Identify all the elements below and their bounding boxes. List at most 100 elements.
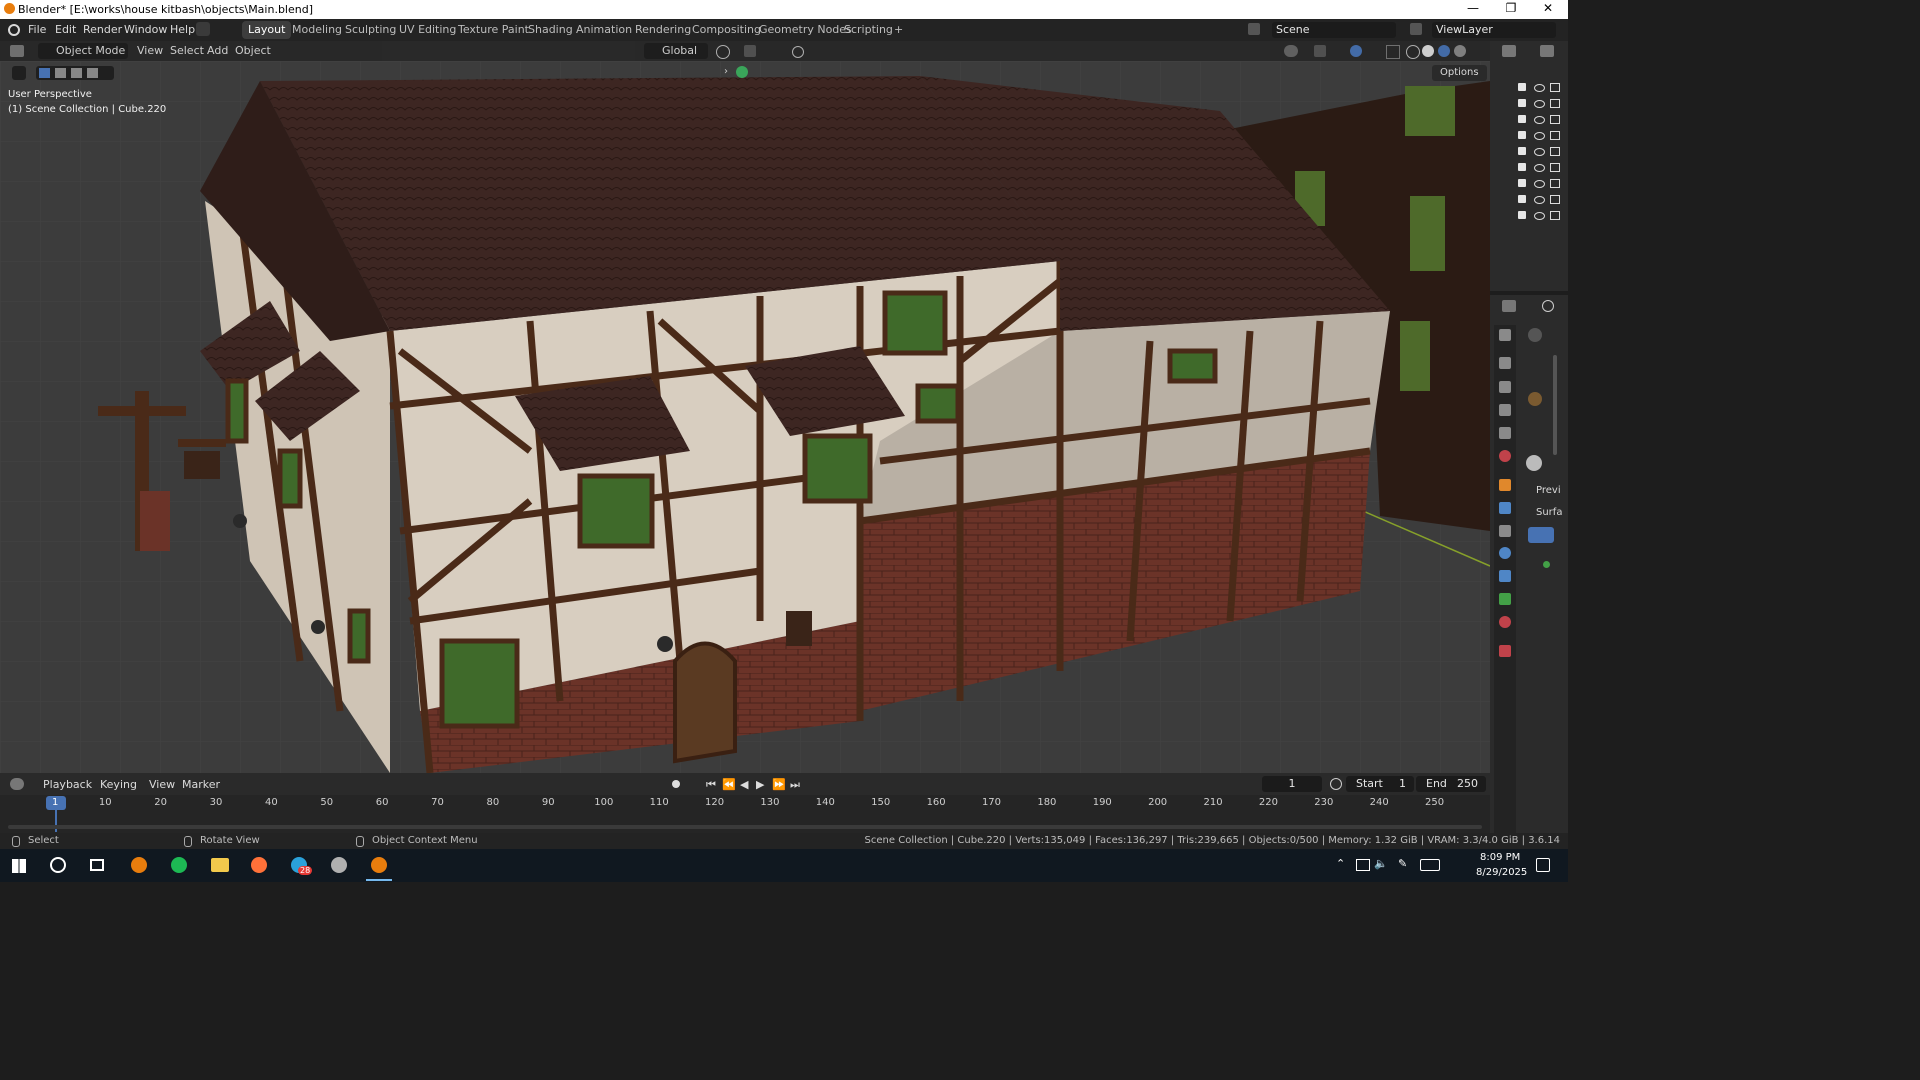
- menu-add[interactable]: Add: [207, 43, 228, 59]
- whatsapp-icon[interactable]: [331, 857, 347, 873]
- start-frame-field[interactable]: Start 1: [1346, 776, 1414, 792]
- editor-type-icon[interactable]: [10, 45, 24, 57]
- blender-active-icon[interactable]: [371, 857, 387, 873]
- transform-orientation-select[interactable]: Global: [644, 43, 708, 59]
- jump-end-icon[interactable]: ⏭: [790, 778, 800, 792]
- maximize-button[interactable]: ❐: [1496, 1, 1526, 17]
- menu-timeline-view[interactable]: View: [149, 777, 175, 793]
- 3d-viewport[interactable]: User Perspective (1) Scene Collection | …: [0, 61, 1490, 773]
- camera-icon[interactable]: [1550, 83, 1560, 92]
- material-shading-icon[interactable]: [1438, 45, 1450, 57]
- surface-socket-icon[interactable]: [1543, 561, 1550, 568]
- eye-icon[interactable]: [1534, 164, 1545, 172]
- outliner-row[interactable]: [1515, 194, 1565, 206]
- snap-icon[interactable]: [744, 45, 756, 57]
- gizmo-icon[interactable]: [1314, 45, 1326, 57]
- overlay-icon[interactable]: [1350, 45, 1362, 57]
- checkbox-icon[interactable]: [1518, 195, 1526, 203]
- tool-tab-icon[interactable]: [1499, 329, 1511, 341]
- select-new-icon[interactable]: [39, 68, 50, 78]
- tab-animation[interactable]: Animation: [570, 21, 638, 39]
- clock-date[interactable]: 8/29/2025: [1476, 867, 1527, 878]
- outliner-row[interactable]: [1515, 130, 1565, 142]
- clock-time[interactable]: 8:09 PM: [1480, 852, 1520, 863]
- proportional-edit-icon[interactable]: [792, 46, 804, 58]
- timeline-scrollbar[interactable]: [8, 825, 1482, 829]
- modifier-tab-icon[interactable]: [1499, 502, 1511, 514]
- scene-tab-icon[interactable]: [1499, 427, 1511, 439]
- prev-keyframe-icon[interactable]: ⏪: [722, 778, 736, 791]
- jump-start-icon[interactable]: ⏮: [706, 778, 716, 792]
- menu-marker[interactable]: Marker: [182, 777, 220, 793]
- outliner-row[interactable]: [1515, 178, 1565, 190]
- view-layer-tab-icon[interactable]: [1499, 404, 1511, 416]
- minimize-button[interactable]: —: [1458, 1, 1488, 17]
- camera-icon[interactable]: [1550, 163, 1560, 172]
- visibility-icon[interactable]: [1284, 45, 1298, 57]
- wireframe-shading-icon[interactable]: [1406, 45, 1420, 59]
- outliner-editor-icon[interactable]: [1502, 45, 1516, 57]
- world-tab-icon[interactable]: [1499, 450, 1511, 462]
- output-tab-icon[interactable]: [1499, 381, 1511, 393]
- play-icon[interactable]: ▶: [756, 778, 764, 791]
- checkbox-icon[interactable]: [1518, 83, 1526, 91]
- windows-start-icon[interactable]: [12, 859, 26, 873]
- checkbox-icon[interactable]: [1518, 179, 1526, 187]
- viewlayer-icon[interactable]: [1410, 23, 1422, 35]
- checkbox-icon[interactable]: [1518, 211, 1526, 219]
- file-explorer-icon[interactable]: [211, 858, 229, 872]
- menu-window[interactable]: Window: [124, 23, 167, 36]
- camera-icon[interactable]: [1550, 211, 1560, 220]
- eye-icon[interactable]: [1534, 180, 1545, 188]
- chevron-up-icon[interactable]: ⌃: [1336, 857, 1345, 870]
- workspace-link-icon[interactable]: [196, 22, 210, 36]
- keyboard-icon[interactable]: [1420, 859, 1440, 871]
- menu-file[interactable]: File: [28, 23, 46, 36]
- menu-view[interactable]: View: [137, 43, 163, 59]
- checkbox-icon[interactable]: [1518, 115, 1526, 123]
- timeline-editor-icon[interactable]: [10, 778, 24, 790]
- end-frame-field[interactable]: End 250: [1416, 776, 1486, 792]
- next-keyframe-icon[interactable]: ⏩: [772, 778, 786, 791]
- play-reverse-icon[interactable]: ◀: [740, 778, 748, 791]
- camera-icon[interactable]: [1550, 99, 1560, 108]
- eye-icon[interactable]: [1534, 84, 1545, 92]
- eye-icon[interactable]: [1534, 196, 1545, 204]
- select-invert-icon[interactable]: [87, 68, 98, 78]
- spotify-icon[interactable]: [171, 857, 187, 873]
- outliner-row[interactable]: [1515, 114, 1565, 126]
- preview-panel-header[interactable]: Previ: [1536, 485, 1561, 496]
- surface-panel-header[interactable]: Surfa: [1536, 507, 1562, 518]
- viewlayer-field[interactable]: ViewLayer: [1432, 22, 1556, 38]
- rendered-shading-icon[interactable]: [1454, 45, 1466, 57]
- pivot-icon[interactable]: [716, 45, 730, 59]
- texture-tab-icon[interactable]: [1499, 645, 1511, 657]
- blender-menu-icon[interactable]: [8, 24, 20, 36]
- scene-icon[interactable]: [1248, 23, 1260, 35]
- menu-render[interactable]: Render: [83, 23, 122, 36]
- menu-playback[interactable]: Playback: [43, 777, 92, 793]
- mode-select[interactable]: Object Mode: [38, 43, 128, 59]
- camera-icon[interactable]: [1550, 147, 1560, 156]
- render-tab-icon[interactable]: [1499, 357, 1511, 369]
- task-view-icon[interactable]: [90, 859, 104, 871]
- properties-search-icon[interactable]: [1542, 300, 1554, 312]
- eye-icon[interactable]: [1534, 132, 1545, 140]
- constraints-tab-icon[interactable]: [1499, 570, 1511, 582]
- particles-tab-icon[interactable]: [1499, 525, 1511, 537]
- notification-icon[interactable]: [1536, 858, 1550, 872]
- properties-editor-icon[interactable]: [1502, 300, 1516, 312]
- material-tab-icon[interactable]: [1499, 616, 1511, 628]
- outliner-row[interactable]: [1515, 82, 1565, 94]
- menu-select[interactable]: Select: [170, 43, 204, 59]
- select-tool-button[interactable]: [12, 66, 26, 80]
- firefox-icon[interactable]: [251, 857, 267, 873]
- current-frame-field[interactable]: 1: [1262, 776, 1322, 792]
- volume-icon[interactable]: 🔈: [1374, 857, 1388, 870]
- outliner-row[interactable]: [1515, 98, 1565, 110]
- outliner-filter-icon[interactable]: [1540, 45, 1554, 57]
- clock-icon[interactable]: [1330, 778, 1342, 790]
- checkbox-icon[interactable]: [1518, 147, 1526, 155]
- outliner-row[interactable]: [1515, 146, 1565, 158]
- solid-shading-icon[interactable]: [1422, 45, 1434, 57]
